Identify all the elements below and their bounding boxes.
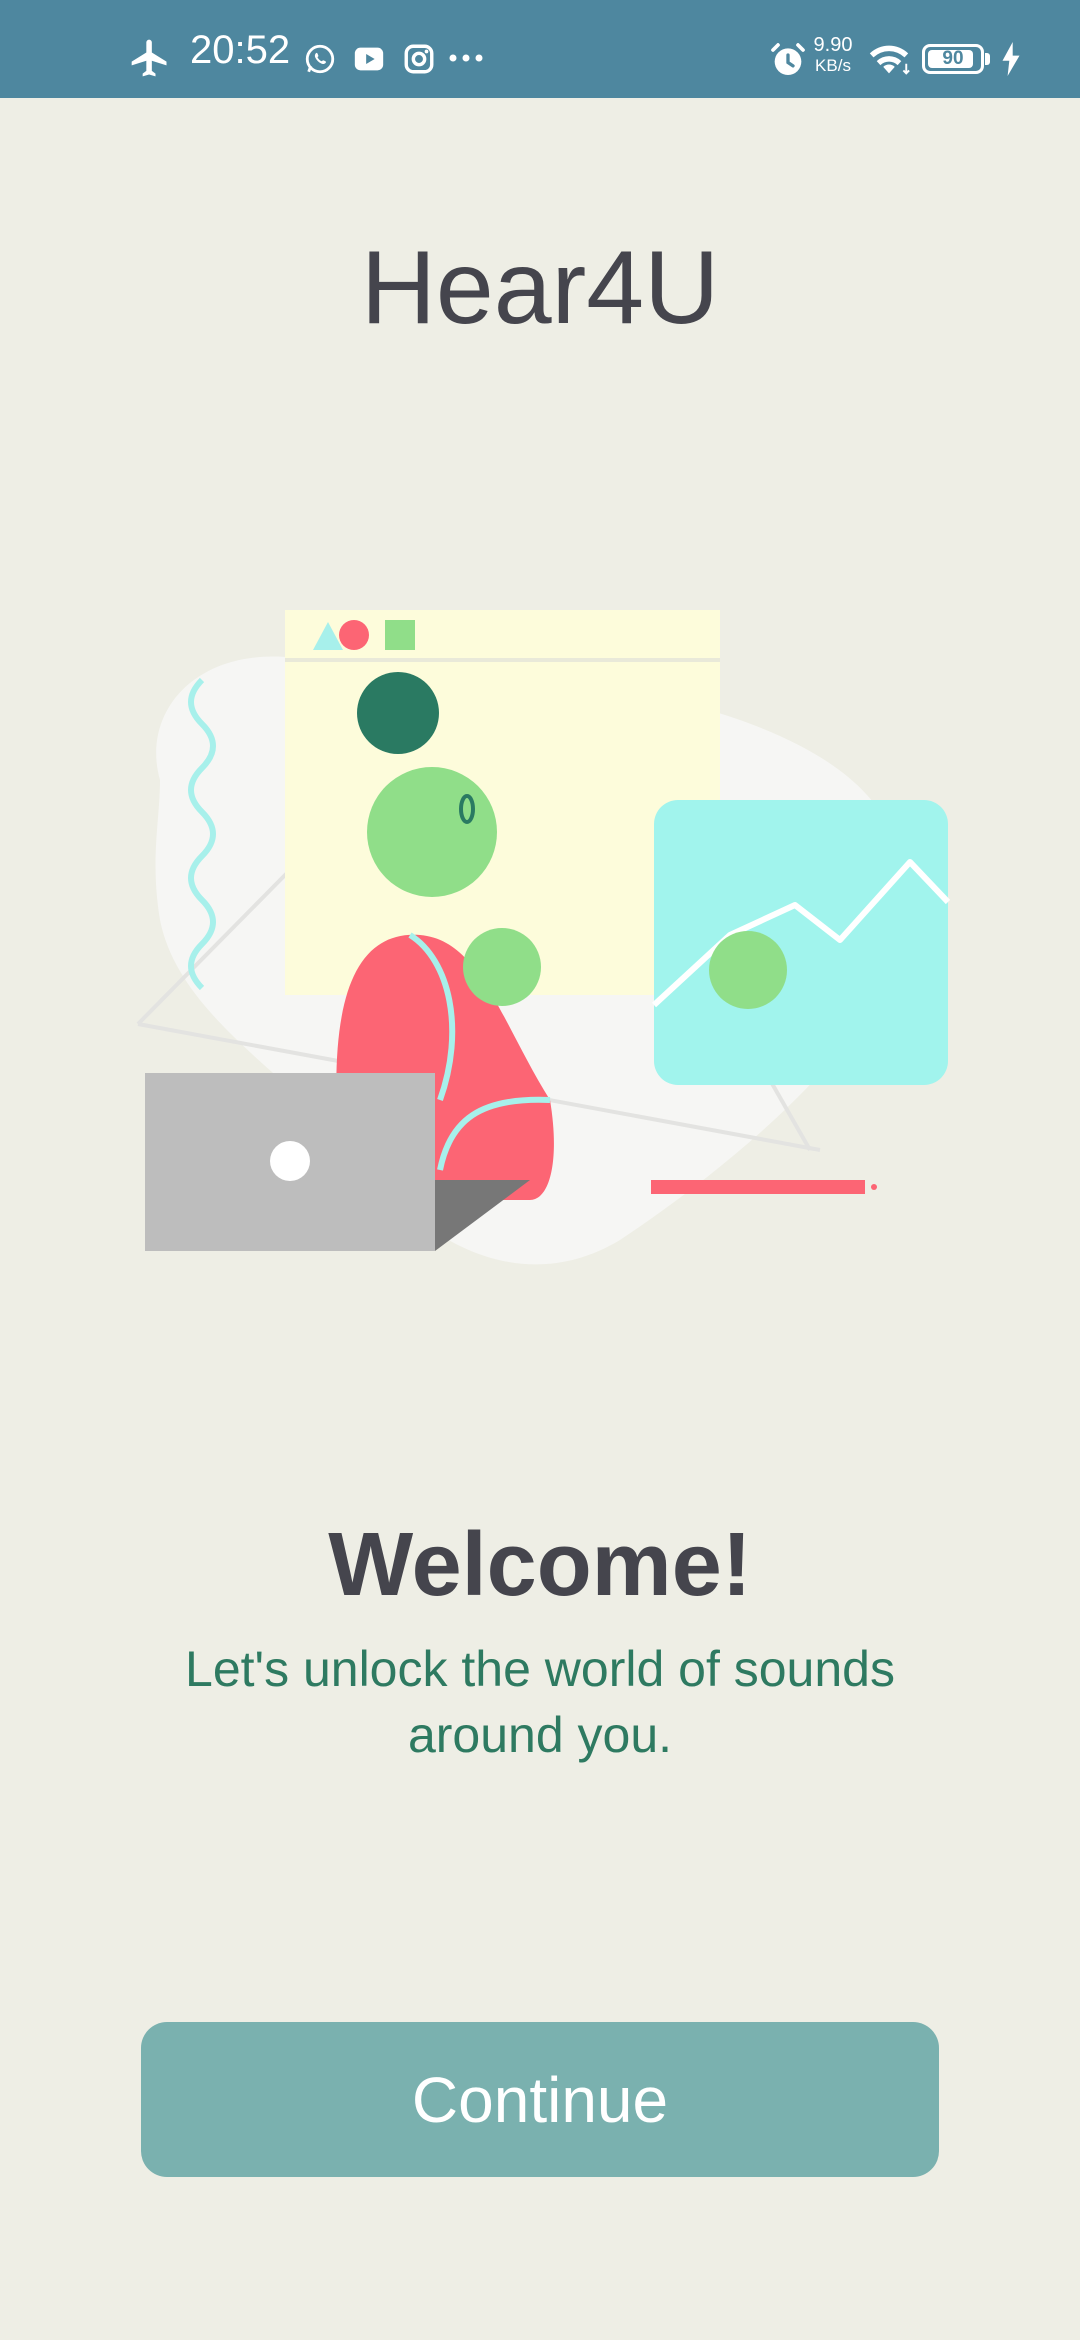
- app-title: Hear4U: [360, 230, 720, 346]
- status-bar: 20:52 9.90 KB/s 90: [0, 0, 1080, 98]
- network-speed: 9.90 KB/s: [808, 34, 858, 75]
- instagram-icon: [402, 42, 436, 76]
- airplane-mode-icon: [128, 36, 172, 80]
- laptop-logo: [270, 1141, 310, 1181]
- battery-icon: 90: [922, 44, 984, 74]
- progress-strip: [651, 1180, 865, 1194]
- youtube-icon: [351, 42, 387, 76]
- charging-icon: [1000, 42, 1022, 76]
- network-speed-unit: KB/s: [815, 56, 851, 75]
- status-time: 20:52: [190, 28, 291, 72]
- battery-tip: [985, 53, 990, 65]
- more-notifications-icon: [446, 46, 486, 70]
- welcome-heading: Welcome!: [328, 1515, 752, 1615]
- network-speed-value: 9.90: [813, 34, 853, 56]
- wifi-icon: [866, 38, 912, 78]
- person-hair: [357, 672, 439, 754]
- battery-level: 90: [942, 48, 964, 69]
- welcome-subtitle: Let's unlock the world of sounds around …: [185, 1641, 895, 1763]
- square-shape: [385, 620, 415, 650]
- welcome-illustration: [120, 600, 970, 1280]
- circle-shape: [339, 620, 369, 650]
- person-head: [367, 767, 497, 897]
- chart-card: [654, 800, 948, 1085]
- person-hand: [463, 928, 541, 1006]
- chart-dot: [709, 931, 787, 1009]
- continue-button[interactable]: Continue: [141, 2022, 939, 2177]
- continue-button-label: Continue: [411, 2063, 669, 2136]
- whatsapp-icon: [303, 42, 337, 76]
- alarm-icon: [768, 40, 808, 80]
